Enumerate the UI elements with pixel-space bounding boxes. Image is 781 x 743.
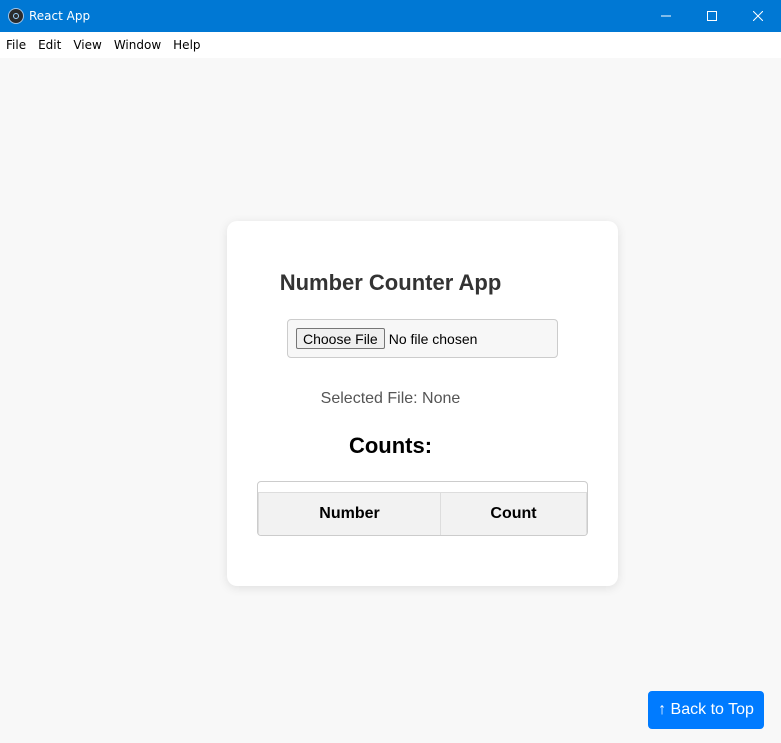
selected-file-text: Selected File: None <box>320 390 461 407</box>
menu-help[interactable]: Help <box>173 38 200 52</box>
menu-bar: File Edit View Window Help <box>0 32 781 58</box>
choose-file-button[interactable]: Choose File <box>296 328 385 349</box>
window-controls <box>643 0 781 32</box>
menu-edit[interactable]: Edit <box>38 38 61 52</box>
electron-app-icon <box>8 8 24 24</box>
minimize-icon <box>661 15 671 17</box>
maximize-button[interactable] <box>689 0 735 32</box>
close-button[interactable] <box>735 0 781 32</box>
column-header-number: Number <box>258 492 441 535</box>
close-icon <box>753 11 763 21</box>
file-status: No file chosen <box>388 330 478 347</box>
column-header-count: Count <box>440 492 587 535</box>
table-header-row: Number Count <box>258 492 587 535</box>
window-title: React App <box>29 9 91 23</box>
minimize-button[interactable] <box>643 0 689 32</box>
file-input[interactable]: Choose File No file chosen <box>287 319 558 358</box>
menu-view[interactable]: View <box>73 38 101 52</box>
window-titlebar: React App <box>0 0 781 32</box>
counts-table: Number Count <box>258 492 587 535</box>
counts-heading: Counts: <box>348 433 433 458</box>
menu-window[interactable]: Window <box>114 38 161 52</box>
page-title: Number Counter App <box>279 270 502 295</box>
back-to-top-button[interactable]: ↑ Back to Top <box>648 691 764 729</box>
maximize-icon <box>707 11 717 21</box>
counts-table-container: Number Count <box>257 481 588 536</box>
menu-file[interactable]: File <box>6 38 26 52</box>
